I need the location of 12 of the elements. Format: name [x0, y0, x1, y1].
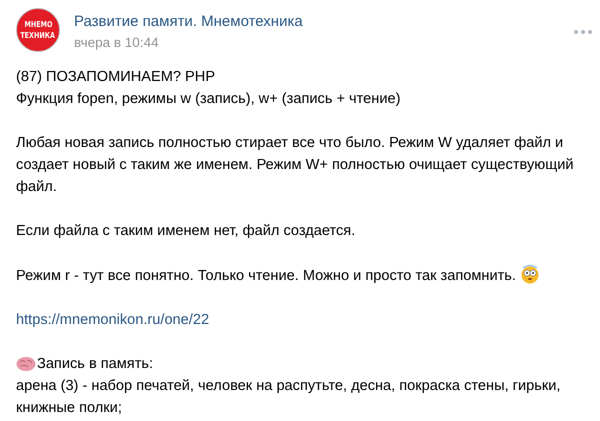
post-link[interactable]: https://mnemonikon.ru/one/22: [16, 312, 210, 328]
post-time: вчера в 10:44: [74, 34, 160, 52]
post-paragraph: арена (3) - набор печатей, человек на распутьте, десна, покраска стены, гирьки, книжные полки;: [16, 377, 562, 418]
group-avatar: МНЕМО ТЕХНИКА: [16, 8, 60, 52]
post-paragraph: Режим r - тут все понятно. Только чтение. Можно и просто так запомнить.: [16, 268, 516, 284]
brain-icon: [16, 356, 36, 372]
post-paragraph: Запись в память:: [37, 355, 154, 374]
post-paragraph: (87) ПОЗАПОМИНАЕМ? PHP Функция fopen, режимы w (запись), w+ (запись + чтение): [16, 68, 402, 109]
smiley-icon: [520, 264, 540, 284]
group-name[interactable]: Развитие памяти. Мнемотехника: [74, 12, 574, 32]
post-paragraph: Если файла с таким именем нет, файл создается.: [16, 222, 356, 241]
post-paragraph: Любая новая запись полностью стирает все что было. Режим W удаляет файл и создает новый с таким же именем. Режим W+ полностью очищает существующий файл.: [16, 134, 575, 197]
